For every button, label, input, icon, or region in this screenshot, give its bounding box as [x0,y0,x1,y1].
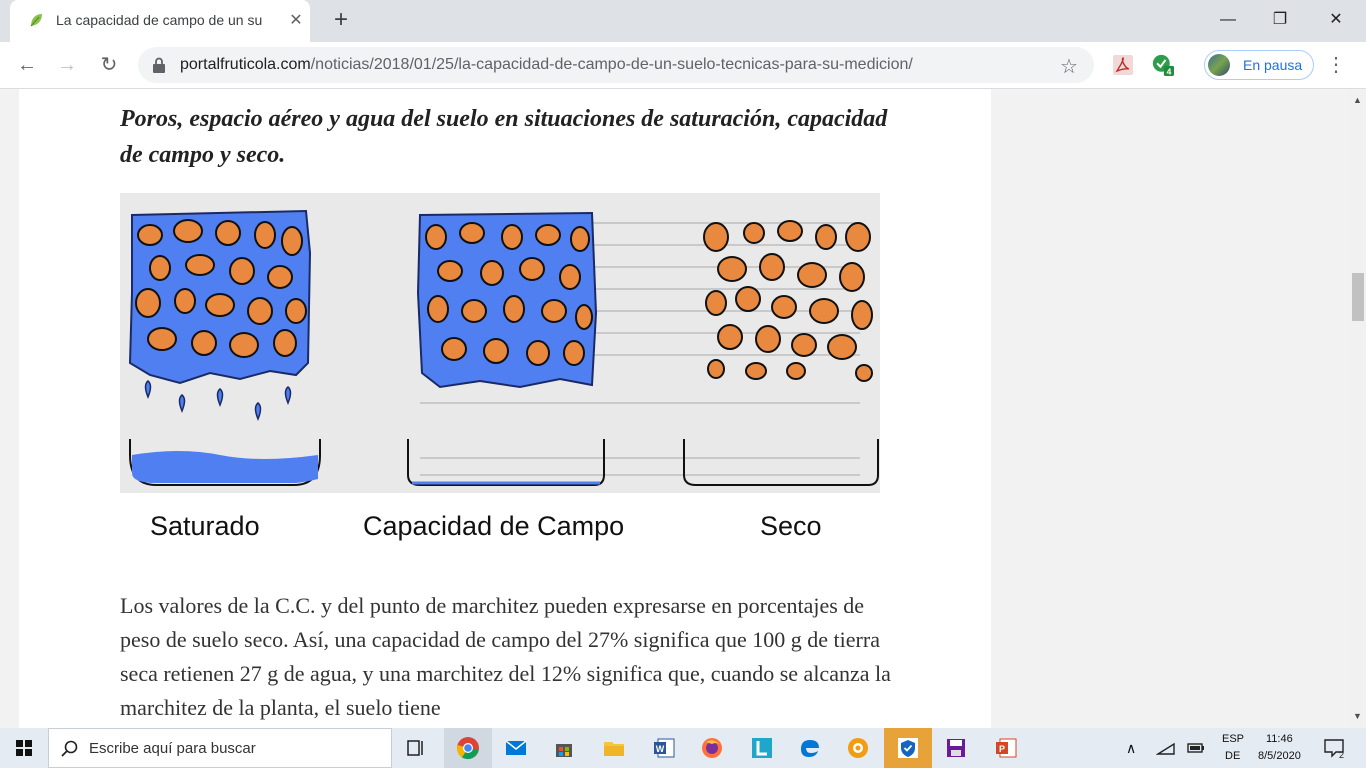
forward-button[interactable]: → [54,52,80,78]
battery-icon[interactable] [1186,736,1206,760]
language-sub-indicator[interactable]: DE [1225,750,1240,762]
bookmark-star-icon[interactable]: ☆ [1060,54,1078,79]
word-icon[interactable]: W [652,736,676,760]
svg-text:P: P [999,744,1005,754]
browser-tab[interactable]: La capacidad de campo de un su ✕ [10,0,310,42]
figure-label-capacidad: Capacidad de Campo [363,511,625,541]
settings-gear-app-icon[interactable] [846,736,870,760]
article-paragraph: Los valores de la C.C. y del punto de ma… [120,593,891,720]
saturated-soil-block [128,209,321,486]
menu-icon[interactable]: ⋮ [1326,52,1346,77]
tray-chevron-icon[interactable]: ∧ [1126,740,1136,757]
address-bar[interactable]: portalfruticola.com/noticias/2018/01/25/… [138,47,1094,83]
profile-label: En pausa [1243,57,1303,73]
figure-label-seco: Seco [760,511,822,541]
clock-time[interactable]: 11:46 [1266,733,1293,745]
edge-icon[interactable] [798,736,822,760]
browser-toolbar: ← → ↻ portalfruticola.com/noticias/2018/… [0,42,1366,89]
field-capacity-soil-block [407,211,605,486]
checkmark-extension-icon[interactable]: 4 [1152,54,1174,76]
figure-caption: Poros, espacio aéreo y agua del suelo en… [120,106,888,168]
tab-close-icon[interactable]: ✕ [286,11,306,31]
url-path: /noticias/2018/01/25/la-capacidad-de-cam… [310,56,913,73]
wifi-icon[interactable] [1156,736,1176,760]
taskbar-search-box[interactable]: Escribe aquí para buscar [48,728,392,768]
shield-icon[interactable] [896,736,920,760]
notification-count: 2 [1339,750,1344,760]
extension-badge: 4 [1167,66,1172,76]
minimize-button[interactable]: — [1208,6,1248,34]
dry-soil-block [683,220,879,486]
pdf-extension-icon[interactable] [1112,54,1134,76]
figure-label-saturado: Saturado [150,511,260,541]
leaf-icon [30,14,42,27]
soil-illustration [128,209,879,486]
language-indicator[interactable]: ESP [1222,733,1244,745]
clock-date[interactable]: 8/5/2020 [1258,750,1301,762]
close-window-button[interactable]: ✕ [1316,6,1356,34]
url-text: portalfruticola.com/noticias/2018/01/25/… [180,56,913,74]
scroll-up-icon[interactable]: ▲ [1353,95,1362,105]
url-domain: portalfruticola.com [180,56,311,73]
windows-taskbar: Escribe aquí para buscar W P ∧ ESP DE 11… [0,728,1366,768]
page-scrollbar[interactable]: ▲ ▼ [1350,89,1366,728]
back-button[interactable]: ← [14,52,40,78]
firefox-icon[interactable] [700,736,724,760]
tab-title: La capacidad de campo de un su [56,12,263,28]
search-icon [61,740,78,757]
restore-button[interactable]: ❐ [1260,6,1300,34]
powerpoint-icon[interactable]: P [994,736,1018,760]
tab-strip: La capacidad de campo de un su ✕ + — ❐ ✕ [0,0,1366,42]
chrome-icon[interactable] [456,736,480,760]
reload-button[interactable]: ↻ [96,52,122,78]
save-disk-icon[interactable] [944,736,968,760]
scrollbar-thumb[interactable] [1352,273,1364,321]
article-body: Poros, espacio aéreo y agua del suelo en… [19,89,991,728]
new-tab-button[interactable]: + [328,8,354,34]
profile-button[interactable]: En pausa [1204,50,1314,80]
task-view-icon[interactable] [404,736,428,760]
notification-icon[interactable]: 2 [1322,736,1346,760]
avatar [1208,54,1230,76]
l-app-icon[interactable] [750,736,774,760]
lock-icon [153,57,165,73]
svg-text:W: W [656,744,665,754]
mail-icon[interactable] [504,736,528,760]
soil-water-figure [120,193,880,493]
search-placeholder: Escribe aquí para buscar [89,740,256,757]
file-explorer-icon[interactable] [602,736,626,760]
store-icon[interactable] [552,736,576,760]
scroll-down-icon[interactable]: ▼ [1353,711,1362,721]
windows-start-icon[interactable] [0,728,48,768]
